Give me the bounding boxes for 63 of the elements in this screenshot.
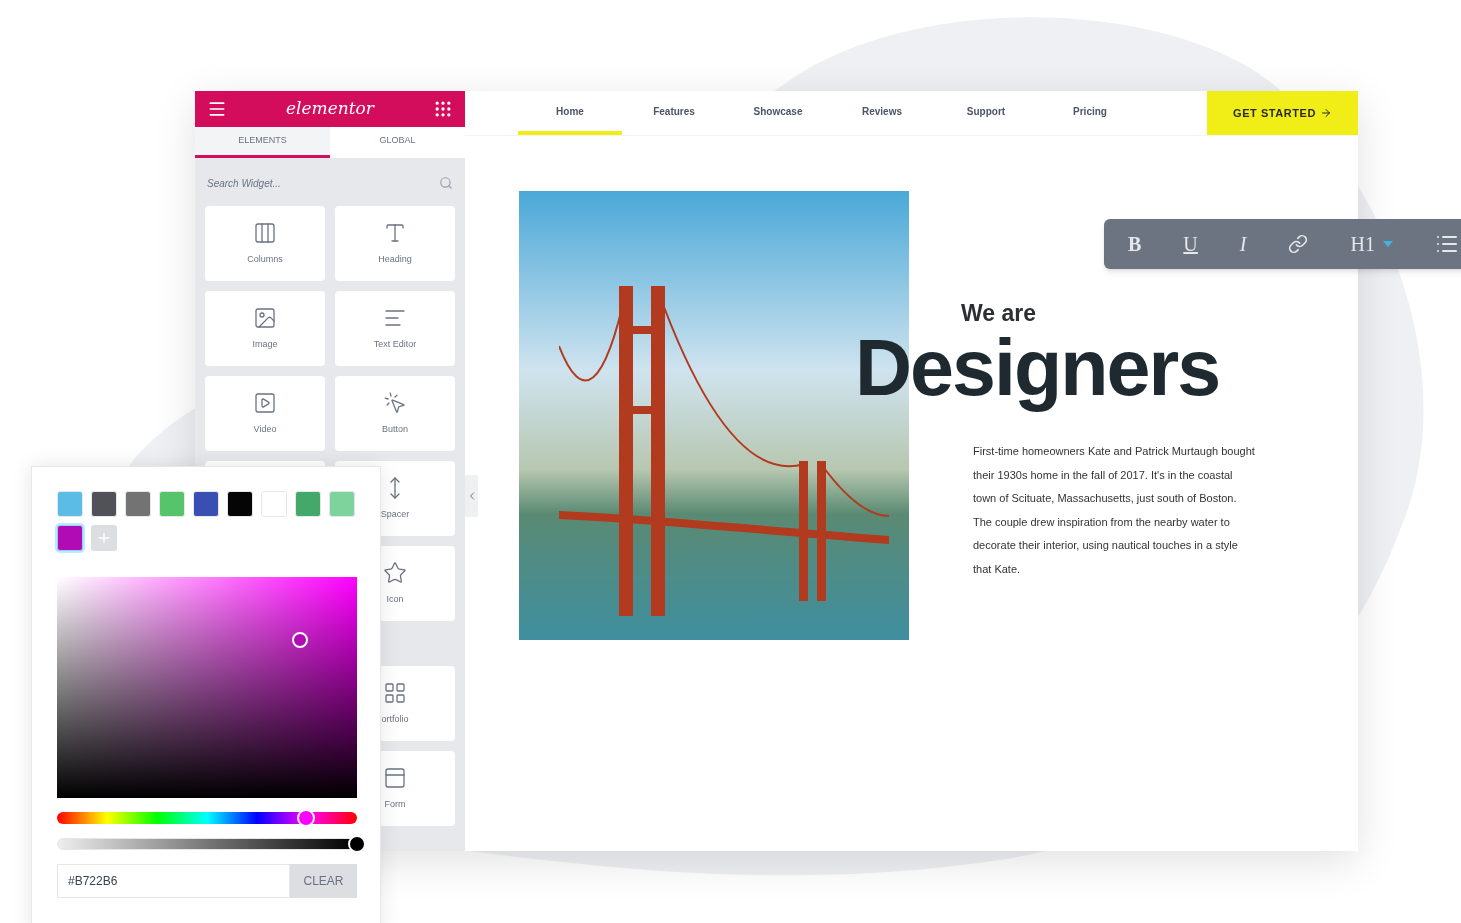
search-icon: [439, 176, 453, 190]
hue-thumb[interactable]: [297, 809, 315, 827]
alpha-thumb[interactable]: [348, 835, 366, 853]
get-started-button[interactable]: GET STARTED: [1207, 91, 1358, 135]
color-swatch[interactable]: [193, 491, 219, 517]
widget-label: Columns: [247, 252, 283, 266]
color-swatch[interactable]: [125, 491, 151, 517]
widget-label: Button: [382, 422, 408, 436]
widget-tile[interactable]: Text Editor: [335, 291, 455, 366]
widget-icon: [383, 390, 407, 415]
color-swatch[interactable]: [57, 525, 83, 551]
nav-link[interactable]: Showcase: [726, 91, 830, 135]
apps-icon[interactable]: [433, 99, 453, 119]
color-swatch[interactable]: [329, 491, 355, 517]
widget-label: Video: [253, 422, 277, 436]
widget-label: Heading: [378, 252, 412, 266]
widget-icon: [253, 220, 277, 245]
body-paragraph: First-time homeowners Kate and Patrick Murtaugh bought their 1930s home in the fall of 2017. It's in the coastal town of Scituate, Massachusetts, just south of Boston. The couple drew inspiration from the nearby water to decorate their interior, using nautical touches in a style that Kate.: [973, 444, 1255, 577]
color-swatch[interactable]: [91, 491, 117, 517]
logo: elementor: [286, 97, 374, 121]
panel-tab[interactable]: GLOBAL: [330, 127, 465, 158]
menu-icon[interactable]: [207, 99, 227, 119]
nav-link[interactable]: Support: [934, 91, 1038, 135]
add-swatch-button[interactable]: [91, 525, 117, 551]
widget-label: Icon: [386, 592, 404, 606]
widget-label: Form: [384, 797, 406, 811]
nav-link[interactable]: Reviews: [830, 91, 934, 135]
widget-tile[interactable]: Image: [205, 291, 325, 366]
widget-icon: [253, 305, 277, 330]
italic-button[interactable]: I: [1235, 229, 1251, 259]
widget-tile[interactable]: Button: [335, 376, 455, 451]
widget-label: Spacer: [380, 507, 410, 521]
bold-button[interactable]: B: [1124, 229, 1146, 259]
widget-icon: [383, 680, 407, 705]
clear-button[interactable]: CLEAR: [290, 864, 357, 898]
color-swatch[interactable]: [227, 491, 253, 517]
nav-link[interactable]: Pricing: [1038, 91, 1142, 135]
color-swatch[interactable]: [261, 491, 287, 517]
color-swatch[interactable]: [57, 491, 83, 517]
widget-tile[interactable]: Heading: [335, 206, 455, 281]
color-swatch[interactable]: [295, 491, 321, 517]
widget-tile[interactable]: Video: [205, 376, 325, 451]
heading-dropdown[interactable]: H1: [1346, 229, 1397, 259]
saturation-area[interactable]: [57, 577, 357, 798]
caret-icon: [1382, 241, 1393, 247]
plus-icon: [96, 530, 112, 546]
widget-icon: [253, 390, 277, 415]
color-swatch[interactable]: [159, 491, 185, 517]
widget-label: Image: [252, 337, 278, 351]
color-thumb[interactable]: [292, 632, 308, 648]
underline-button[interactable]: U: [1179, 229, 1202, 259]
widget-label: ortfolio: [381, 712, 409, 726]
collapse-handle[interactable]: [465, 475, 478, 517]
hex-input-field[interactable]: #B722B6: [57, 864, 290, 898]
widget-icon: [383, 560, 407, 585]
nav-link[interactable]: Features: [622, 91, 726, 135]
search-field[interactable]: Search Widget...: [207, 175, 407, 191]
widget-label: Text Editor: [373, 337, 417, 351]
widget-icon: [383, 765, 407, 790]
nav-link[interactable]: Home: [518, 91, 622, 135]
arrow-icon: [1319, 107, 1332, 119]
panel-tab[interactable]: ELEMENTS: [195, 127, 330, 158]
widget-tile[interactable]: Columns: [205, 206, 325, 281]
